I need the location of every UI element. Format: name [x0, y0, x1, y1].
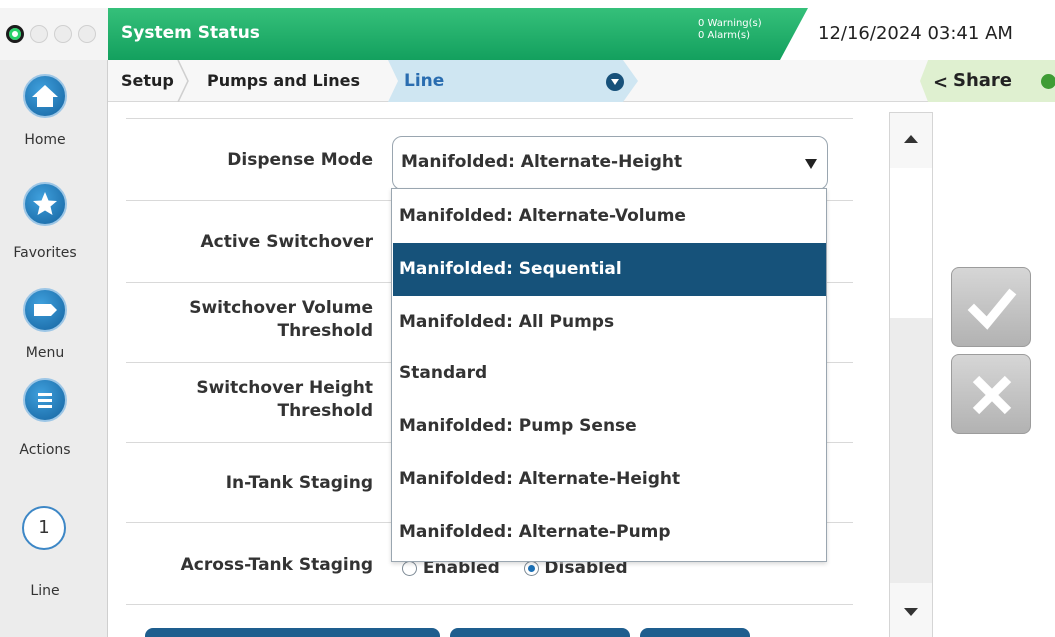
dropdown-option-selected[interactable]: Manifolded: Sequential: [393, 243, 826, 296]
line-label: Line: [30, 583, 60, 599]
dispense-mode-value: Manifolded: Alternate-Height: [401, 152, 683, 172]
scrollbar[interactable]: [889, 112, 933, 637]
home-button[interactable]: [23, 74, 67, 118]
scroll-up-icon[interactable]: [890, 113, 932, 168]
accept-button[interactable]: [951, 267, 1031, 347]
left-nav: Home Favorites Menu Actions 1 Line: [0, 60, 108, 637]
check-icon: [967, 288, 1017, 330]
bottom-button-3[interactable]: [640, 628, 750, 637]
menu-button[interactable]: [23, 288, 67, 332]
actions-label: Actions: [19, 442, 71, 458]
window-controls: [0, 8, 108, 60]
switchover-height-label-line1: Switchover Height: [196, 378, 373, 398]
chevron-down-icon[interactable]: [606, 73, 624, 91]
actions-button[interactable]: [23, 378, 67, 422]
switchover-volume-label-line2: Threshold: [277, 321, 373, 341]
dropdown-option[interactable]: Manifolded: Alternate-Pump: [393, 506, 826, 559]
form-bottom-divider: [126, 604, 853, 605]
dispense-mode-select[interactable]: Manifolded: Alternate-Height: [392, 136, 828, 190]
switchover-height-label-line2: Threshold: [277, 401, 373, 421]
home-label: Home: [24, 132, 66, 148]
dispense-mode-dropdown: Manifolded: Alternate-Volume Manifolded:…: [391, 188, 827, 562]
status-dot-icon: [78, 25, 96, 43]
active-switchover-label: Active Switchover: [200, 232, 373, 252]
line-number-badge[interactable]: 1: [22, 506, 66, 550]
across-tank-disabled-radio[interactable]: [523, 560, 539, 576]
breadcrumb-pumps-and-lines[interactable]: Pumps and Lines: [207, 71, 360, 90]
dropdown-option[interactable]: Manifolded: Pump Sense: [393, 400, 826, 453]
across-tank-staging-label: Across-Tank Staging: [180, 555, 373, 575]
switchover-volume-label: Switchover Volume Threshold: [189, 297, 373, 343]
status-dot-icon: [54, 25, 72, 43]
warning-alarm-counts: 0 Warning(s) 0 Alarm(s): [698, 18, 762, 42]
dispense-mode-label: Dispense Mode: [227, 150, 373, 170]
switchover-volume-label-line1: Switchover Volume: [189, 298, 373, 318]
breadcrumb-setup[interactable]: Setup: [121, 71, 174, 90]
tag-icon: [34, 304, 57, 316]
date-time: 12/16/2024 03:41 AM: [818, 23, 1013, 44]
menu-label: Menu: [25, 345, 65, 361]
breadcrumb-separator-icon: [177, 60, 189, 102]
status-dot-green-icon: [6, 25, 24, 43]
warning-count: 0 Warning(s): [698, 18, 762, 29]
status-dot-icon: [30, 25, 48, 43]
dropdown-option[interactable]: Manifolded: All Pumps: [393, 296, 826, 349]
x-icon: [972, 375, 1012, 415]
switchover-height-label: Switchover Height Threshold: [196, 377, 373, 423]
scroll-down-icon[interactable]: [890, 583, 932, 637]
top-bar: System Status 0 Warning(s) 0 Alarm(s) 12…: [0, 8, 1055, 60]
dropdown-option[interactable]: Manifolded: Alternate-Volume: [393, 190, 826, 243]
caret-down-icon: [805, 159, 817, 169]
favorites-button[interactable]: [23, 182, 67, 226]
breadcrumb: Setup Pumps and Lines Line < Share: [108, 60, 1055, 102]
dropdown-option[interactable]: Manifolded: Alternate-Height: [393, 453, 826, 506]
home-icon: [32, 85, 58, 107]
scroll-thumb[interactable]: [890, 168, 932, 318]
share-options-icon[interactable]: [1041, 74, 1055, 89]
star-icon: [33, 192, 57, 215]
in-tank-staging-label: In-Tank Staging: [225, 473, 373, 493]
breadcrumb-line[interactable]: Line: [404, 71, 444, 91]
share-label: Share: [953, 70, 1013, 91]
favorites-label: Favorites: [13, 245, 77, 261]
list-icon: [38, 393, 52, 408]
across-tank-enabled-radio[interactable]: [402, 560, 417, 576]
alarm-count: 0 Alarm(s): [698, 30, 750, 41]
bottom-button-1[interactable]: [145, 628, 440, 637]
system-status-title: System Status: [121, 23, 260, 43]
dropdown-option[interactable]: Standard: [393, 347, 826, 400]
share-icon: <: [933, 72, 949, 93]
system-status-bar[interactable]: System Status 0 Warning(s) 0 Alarm(s): [108, 8, 808, 60]
bottom-button-2[interactable]: [450, 628, 630, 637]
cancel-button[interactable]: [951, 354, 1031, 434]
